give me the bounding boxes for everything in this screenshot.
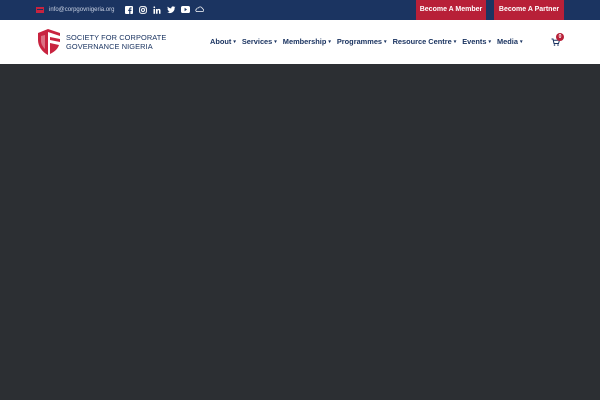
facebook-icon[interactable] bbox=[125, 5, 134, 15]
linkedin-icon[interactable] bbox=[153, 5, 162, 15]
logo-text[interactable]: SOCIETY FOR CORPORATE GOVERNANCE NIGERIA bbox=[66, 33, 166, 51]
nav-item-about[interactable]: About ▾ bbox=[210, 37, 236, 47]
chevron-down-icon: ▾ bbox=[328, 39, 331, 45]
twitter-icon[interactable] bbox=[167, 5, 176, 15]
nav-label: Media bbox=[497, 37, 518, 46]
chevron-down-icon: ▾ bbox=[274, 39, 277, 45]
nav-label: Events bbox=[462, 37, 487, 46]
main-nav: About ▾ Services ▾ Membership ▾ Programmes ▾… bbox=[210, 37, 528, 47]
hero-section bbox=[0, 64, 600, 400]
chevron-down-icon: ▾ bbox=[384, 39, 387, 45]
instagram-icon[interactable] bbox=[139, 5, 148, 15]
cart-count-badge: 0 bbox=[556, 33, 564, 41]
chevron-down-icon: ▾ bbox=[519, 39, 523, 45]
become-partner-button[interactable]: Become A Partner bbox=[494, 0, 564, 20]
nav-label: Services bbox=[241, 37, 273, 46]
soundcloud-icon[interactable] bbox=[195, 6, 204, 15]
email-address[interactable]: info@corpgovnigeria.org bbox=[49, 5, 114, 15]
social-links bbox=[125, 5, 209, 15]
nav-item-media[interactable]: Media ▾ bbox=[497, 37, 522, 47]
chevron-down-icon: ▾ bbox=[453, 39, 457, 45]
nav-label: About bbox=[210, 37, 232, 46]
nav-item-programmes[interactable]: Programmes ▾ bbox=[337, 37, 387, 47]
nav-label: Programmes bbox=[336, 37, 383, 46]
nav-label: Membership bbox=[282, 37, 327, 46]
nav-item-events[interactable]: Events ▾ bbox=[462, 37, 491, 47]
chevron-down-icon: ▾ bbox=[233, 39, 236, 45]
nav-item-resource-centre[interactable]: Resource Centre ▾ bbox=[393, 37, 457, 47]
chevron-down-icon: ▾ bbox=[488, 39, 491, 45]
envelope-icon bbox=[36, 7, 44, 13]
nav-label: Resource Centre bbox=[392, 37, 452, 46]
top-bar: info@corpgovnigeria.org Become A Member … bbox=[0, 0, 600, 20]
email-contact[interactable]: info@corpgovnigeria.org bbox=[36, 5, 114, 15]
nav-item-membership[interactable]: Membership ▾ bbox=[283, 37, 331, 47]
logo-line-2: GOVERNANCE NIGERIA bbox=[66, 42, 153, 51]
nav-item-services[interactable]: Services ▾ bbox=[242, 37, 277, 47]
logo-emblem-icon[interactable] bbox=[36, 28, 62, 56]
youtube-icon[interactable] bbox=[181, 5, 190, 15]
logo-line-1: SOCIETY FOR CORPORATE bbox=[66, 33, 167, 42]
become-member-button[interactable]: Become A Member bbox=[416, 0, 486, 20]
